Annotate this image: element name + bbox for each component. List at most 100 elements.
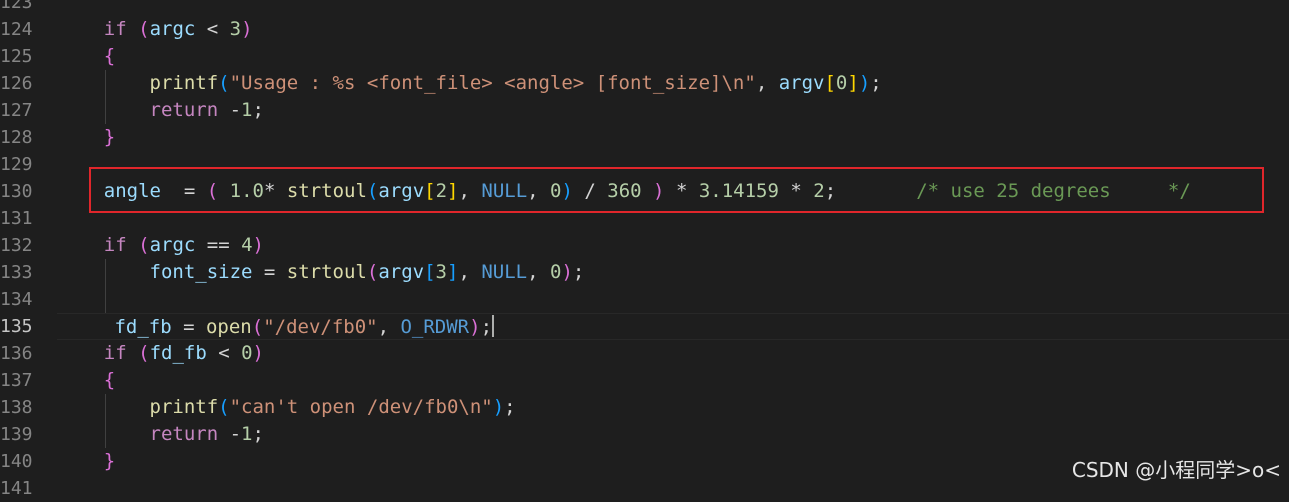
paren: ( bbox=[138, 234, 150, 256]
line-number: 136 bbox=[0, 343, 33, 364]
number: 1 bbox=[241, 99, 253, 121]
paren: ( bbox=[366, 261, 379, 283]
number: 1 bbox=[241, 423, 253, 445]
code-line-138[interactable]: printf("can't open /dev/fb0\n"); bbox=[58, 394, 516, 421]
brace: { bbox=[103, 45, 116, 67]
line-number: 132 bbox=[0, 235, 33, 256]
code-line-137[interactable]: { bbox=[58, 367, 115, 394]
code-line-126[interactable]: printf("Usage : %s <font_file> <angle> [… bbox=[58, 70, 882, 97]
line-number: 127 bbox=[0, 100, 33, 121]
keyword-if: if bbox=[103, 234, 127, 256]
code-line-135-current[interactable]: fd_fb = open("/dev/fb0", O_RDWR); bbox=[57, 313, 1289, 340]
semicolon: ; bbox=[252, 99, 264, 121]
operator: = bbox=[171, 316, 206, 338]
code-line-125[interactable]: { bbox=[58, 43, 115, 70]
brace: } bbox=[103, 450, 116, 472]
paren: ( bbox=[218, 396, 230, 418]
line-number-gutter: 123 124 125 126 127 128 129 130 131 132 … bbox=[0, 0, 57, 499]
operator: < bbox=[206, 342, 242, 364]
line-number: 130 bbox=[0, 181, 33, 202]
identifier: fd_fb bbox=[114, 316, 172, 338]
function-name: printf bbox=[149, 72, 219, 94]
paren: ) bbox=[561, 261, 573, 283]
code-line-132[interactable]: if (argc == 4) bbox=[58, 232, 264, 259]
line-number: 131 bbox=[0, 208, 33, 229]
number: 3 bbox=[435, 261, 447, 283]
line-number: 124 bbox=[0, 19, 33, 40]
paren: ( bbox=[138, 342, 150, 364]
function-name: open bbox=[205, 316, 252, 338]
paren: ) bbox=[469, 316, 481, 338]
operator: = bbox=[252, 261, 287, 283]
semicolon: ; bbox=[252, 423, 264, 445]
line-number: 126 bbox=[0, 73, 33, 94]
code-line-140[interactable]: } bbox=[58, 448, 115, 475]
paren: ) bbox=[252, 342, 264, 364]
line-number: 123 bbox=[0, 0, 33, 13]
comma: , bbox=[458, 261, 482, 283]
line-number: 128 bbox=[0, 127, 33, 148]
bracket: ] bbox=[447, 261, 459, 283]
line-number: 129 bbox=[0, 154, 33, 175]
identifier: fd_fb bbox=[149, 342, 207, 364]
semicolon: ; bbox=[504, 396, 516, 418]
paren: ( bbox=[251, 316, 264, 338]
function-name: printf bbox=[149, 396, 219, 418]
number: 0 bbox=[835, 72, 848, 94]
bracket: ] bbox=[847, 72, 859, 94]
line-number: 138 bbox=[0, 397, 33, 418]
paren: ( bbox=[218, 72, 230, 94]
operator: - bbox=[218, 423, 242, 445]
line-number: 133 bbox=[0, 262, 33, 283]
paren: ) bbox=[492, 396, 505, 418]
comma: , bbox=[527, 261, 550, 283]
brace: { bbox=[103, 369, 116, 391]
paren: ) bbox=[252, 234, 264, 256]
line-number: 134 bbox=[0, 289, 33, 310]
semicolon: ; bbox=[870, 72, 882, 94]
number: 0 bbox=[550, 261, 562, 283]
bracket: [ bbox=[824, 72, 836, 94]
identifier: argv bbox=[378, 261, 425, 283]
function-name: strtoul bbox=[286, 261, 367, 283]
number: 0 bbox=[241, 342, 253, 364]
line-number: 125 bbox=[0, 46, 33, 67]
code-line-124[interactable]: if (argc < 3) bbox=[58, 16, 253, 43]
number: 4 bbox=[241, 234, 253, 256]
highlight-annotation-box bbox=[89, 167, 1264, 213]
bracket: [ bbox=[424, 261, 436, 283]
paren: ( bbox=[138, 18, 150, 40]
semicolon: ; bbox=[480, 316, 493, 338]
string-literal: "can't open /dev/fb0\n" bbox=[229, 396, 493, 418]
macro: NULL bbox=[481, 261, 528, 283]
string-literal: "/dev/fb0" bbox=[263, 316, 378, 338]
number: 3 bbox=[229, 18, 242, 40]
operator: - bbox=[218, 99, 242, 121]
code-editor[interactable]: 123 124 125 126 127 128 129 130 131 132 … bbox=[0, 0, 1289, 499]
code-line-133[interactable]: font_size = strtoul(argv[3], NULL, 0); bbox=[58, 259, 585, 286]
comma: , bbox=[755, 72, 779, 94]
line-number: 141 bbox=[0, 478, 33, 499]
operator: < bbox=[195, 18, 230, 40]
code-line-139[interactable]: return -1; bbox=[58, 421, 264, 448]
identifier: argv bbox=[778, 72, 825, 94]
keyword-return: return bbox=[149, 99, 219, 121]
line-number-active: 135 bbox=[0, 316, 33, 337]
code-line-127[interactable]: return -1; bbox=[58, 97, 264, 124]
paren: ) bbox=[858, 72, 871, 94]
code-line-136[interactable]: if (fd_fb < 0) bbox=[58, 340, 264, 367]
identifier: argc bbox=[149, 18, 196, 40]
keyword-if: if bbox=[103, 342, 127, 364]
keyword-if: if bbox=[103, 18, 127, 40]
identifier: font_size bbox=[149, 261, 253, 283]
watermark-text: CSDN @小程同学>o< bbox=[1071, 458, 1281, 482]
line-number: 139 bbox=[0, 424, 33, 445]
keyword-return: return bbox=[149, 423, 219, 445]
identifier: argc bbox=[149, 234, 196, 256]
comma: , bbox=[377, 316, 401, 338]
line-number: 140 bbox=[0, 451, 33, 472]
semicolon: ; bbox=[572, 261, 585, 283]
brace: } bbox=[103, 126, 116, 148]
text-cursor bbox=[492, 315, 495, 337]
code-line-128[interactable]: } bbox=[58, 124, 115, 151]
